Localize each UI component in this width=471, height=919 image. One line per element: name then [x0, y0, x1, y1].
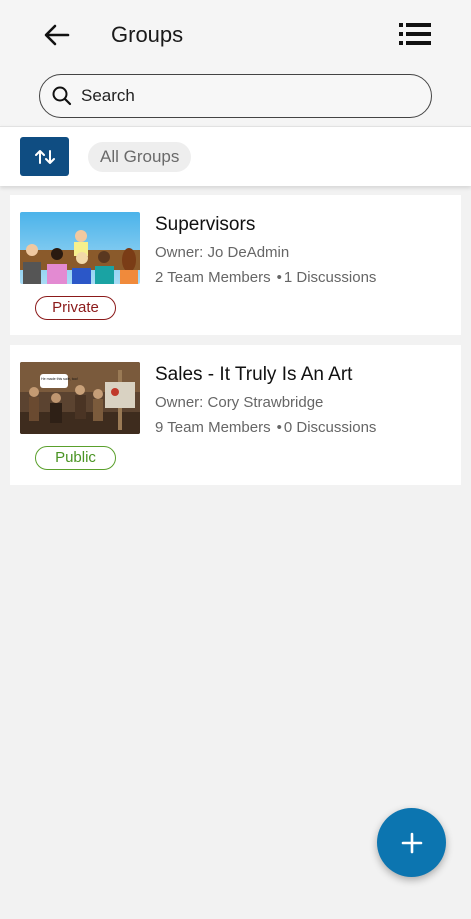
thumb-caption: He made this sale, too! [41, 377, 78, 381]
arrow-left-icon [44, 24, 70, 46]
plus-icon [401, 832, 422, 853]
group-thumbnail: He made this sale, too! [20, 362, 140, 434]
group-owner: Owner: Jo DeAdmin [155, 244, 290, 261]
back-button[interactable] [40, 20, 74, 50]
stats-separator: • [276, 269, 282, 286]
discussion-count: 0 Discussions [283, 419, 377, 436]
team-member-count: 2 Team Members [155, 269, 271, 286]
list-icon [399, 23, 431, 45]
search-placeholder: Search [81, 86, 135, 105]
filter-toolbar: All Groups [0, 126, 471, 186]
discussion-count: 1 Discussions [283, 269, 377, 286]
list-view-button[interactable] [396, 18, 434, 50]
add-group-button[interactable] [377, 808, 446, 877]
all-groups-filter-chip[interactable]: All Groups [88, 142, 192, 172]
stats-separator: • [276, 419, 282, 436]
group-owner: Owner: Cory Strawbridge [155, 394, 324, 411]
app-header: Groups Search [0, 0, 471, 126]
group-card[interactable]: He made this sale, too! Sales - It Truly… [10, 345, 461, 485]
group-title: Supervisors [155, 214, 256, 235]
group-stats: 2 Team Members • 1 Discussions [155, 269, 376, 286]
team-member-count: 9 Team Members [155, 419, 271, 436]
group-title: Sales - It Truly Is An Art [155, 364, 353, 385]
sort-button[interactable] [20, 137, 69, 176]
search-input[interactable]: Search [39, 74, 432, 118]
sort-arrows-icon [34, 149, 55, 164]
search-icon [52, 86, 72, 106]
group-card[interactable]: Supervisors Owner: Jo DeAdmin 2 Team Mem… [10, 195, 461, 335]
group-thumbnail [20, 212, 140, 284]
page-title: Groups [111, 22, 184, 47]
visibility-badge: Private [35, 296, 116, 320]
group-stats: 9 Team Members • 0 Discussions [155, 419, 376, 436]
visibility-badge: Public [35, 446, 116, 470]
